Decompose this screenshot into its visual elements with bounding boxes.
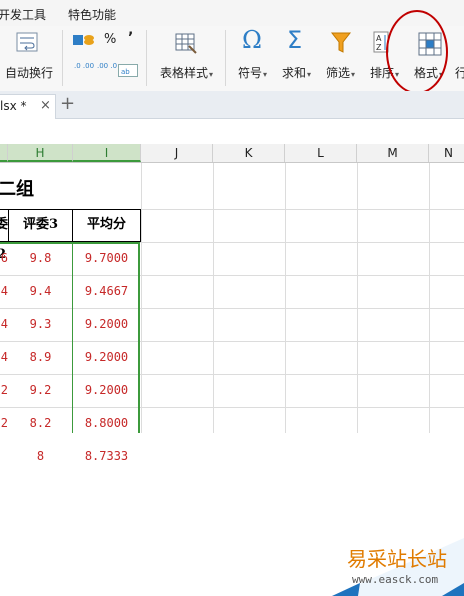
menu-developer-tools[interactable]: 开发工具 [0,6,46,23]
cell-judge3[interactable]: 9.8 [8,242,73,275]
omega-icon[interactable]: Ω [242,26,262,54]
cell-average[interactable]: 9.2000 [72,341,141,374]
cell-judge3[interactable]: 9.2 [8,374,73,407]
column-header-h[interactable]: H [8,144,73,162]
header-judge3: 评委3 [8,209,73,242]
percent-button[interactable]: % [104,32,116,47]
column-header-bar: H I J K L M N [0,144,464,163]
header-average: 平均分 [72,209,141,242]
cell-average[interactable]: 9.7000 [72,242,141,275]
svg-text:ab: ab [121,68,130,76]
filter-button[interactable]: 筛选▾ [326,64,355,81]
spreadsheet-grid[interactable]: 二组 委2 评委3 平均分 6 9.8 9.7000 4 9.4 9.4667 4 9.3 9.… [0,163,464,596]
cell-average[interactable]: 8.8000 [72,407,141,440]
cell-judge2[interactable]: 2 [0,407,8,440]
cell-average[interactable]: 9.4667 [72,275,141,308]
row-col-button[interactable]: 行 [455,64,464,81]
currency-icon[interactable] [72,32,98,48]
watermark-title: 易采站长站 [347,547,447,571]
cell-judge2[interactable] [0,440,8,473]
highlight-circle [386,10,448,94]
filter-icon[interactable] [330,30,354,56]
cell-judge3[interactable]: 8 [8,440,73,473]
new-tab-icon[interactable]: + [60,93,75,114]
cell-judge2[interactable]: 4 [0,341,8,374]
cell-judge3[interactable]: 8.9 [8,341,73,374]
cell-average[interactable]: 8.7333 [72,440,141,473]
table-style-button[interactable]: 表格样式▾ [160,64,213,81]
cell-judge3[interactable]: 9.3 [8,308,73,341]
increase-decimal-button[interactable]: .0 .00 [74,62,94,70]
watermark: 易采站长站 www.easck.com [332,533,464,596]
formula-bar[interactable] [0,119,464,145]
auto-wrap-icon[interactable] [16,32,38,52]
cell-average[interactable]: 9.2000 [72,308,141,341]
auto-wrap-button[interactable]: 自动换行 [5,64,53,81]
svg-text:A: A [376,34,382,43]
cell-judge2[interactable]: 2 [0,374,8,407]
decrease-decimal-button[interactable]: .00 .0 [97,62,117,70]
svg-text:Z: Z [376,43,382,52]
sigma-icon[interactable]: Σ [287,26,302,54]
column-header-g-partial[interactable] [0,144,8,162]
table-style-icon[interactable] [175,32,197,54]
document-tab[interactable]: lsx * × [0,94,56,119]
cell-judge2[interactable]: 6 [0,242,8,275]
cell-judge2[interactable]: 4 [0,275,8,308]
tab-close-icon[interactable]: × [40,98,51,113]
number-format-icon[interactable]: ab [118,64,138,77]
menu-special-features[interactable]: 特色功能 [68,6,116,23]
column-header-i[interactable]: I [73,144,141,162]
symbol-button[interactable]: 符号▾ [238,64,267,81]
watermark-url: www.easck.com [352,573,439,586]
comma-style-button[interactable]: ’ [128,30,133,46]
column-header-n[interactable]: N [429,144,464,162]
column-header-k[interactable]: K [213,144,285,162]
cell-judge3[interactable]: 8.2 [8,407,73,440]
sum-button[interactable]: 求和▾ [282,64,311,81]
column-header-j[interactable]: J [141,144,213,162]
tab-filename: lsx * [0,99,27,113]
column-header-m[interactable]: M [357,144,429,162]
column-header-l[interactable]: L [285,144,357,162]
cell-average[interactable]: 9.2000 [72,374,141,407]
cell-judge3[interactable]: 9.4 [8,275,73,308]
cell-judge2[interactable]: 4 [0,308,8,341]
sheet-title: 二组 [0,179,34,200]
